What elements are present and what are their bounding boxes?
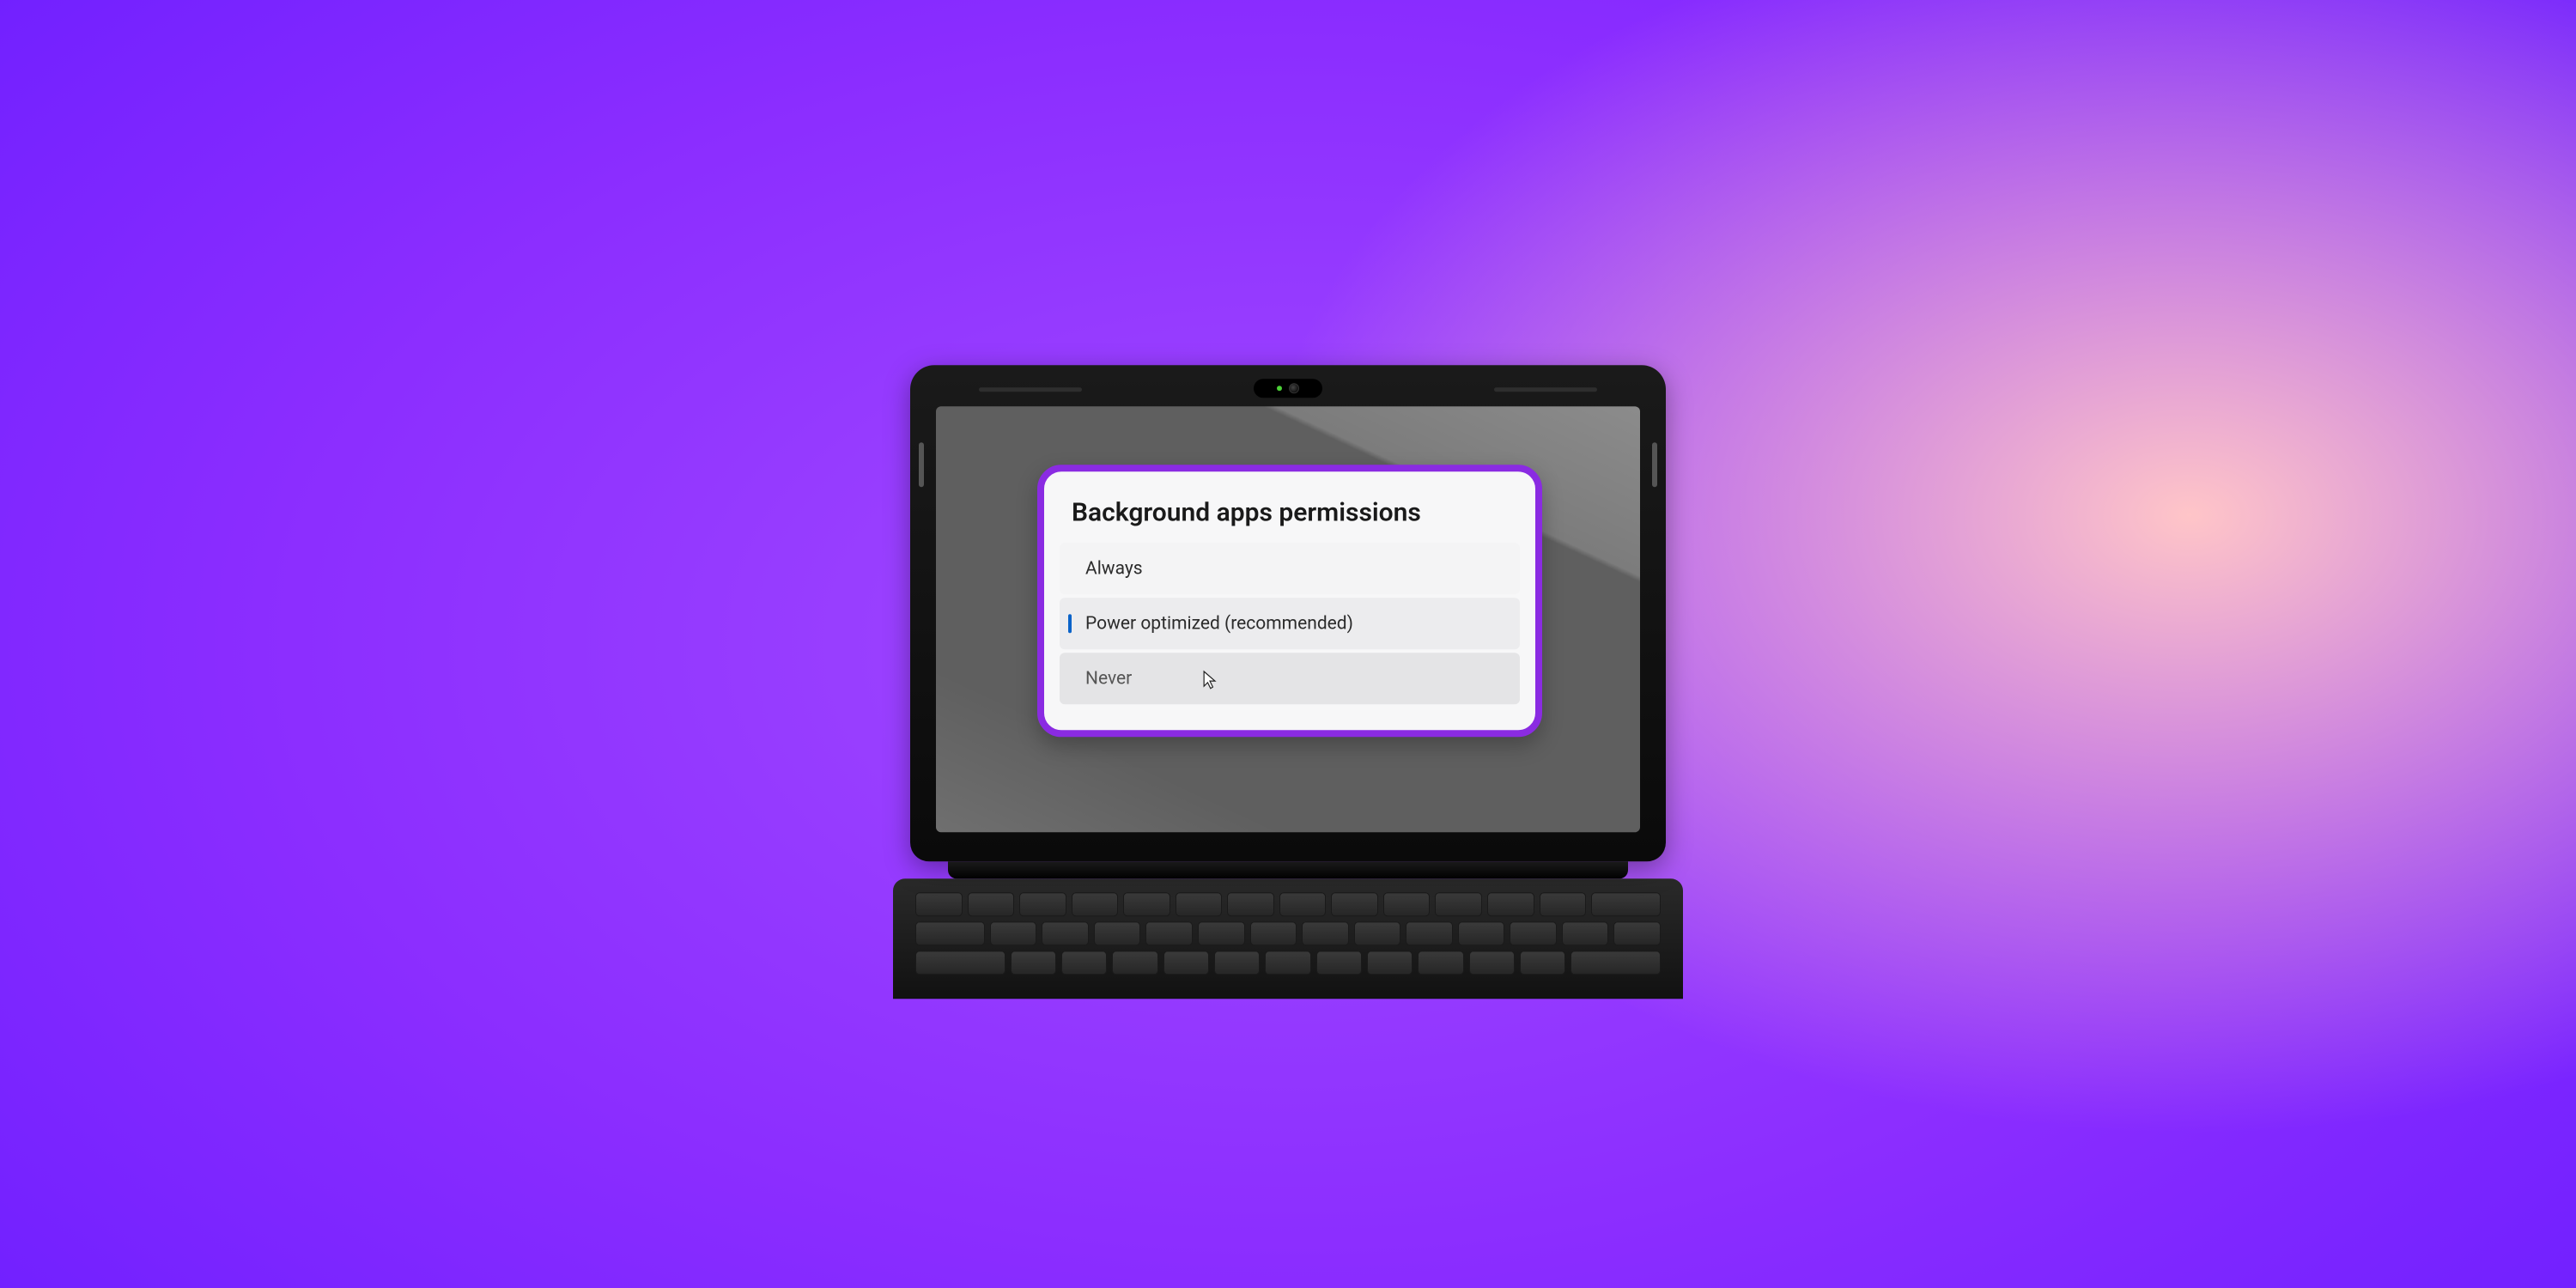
key [1112, 951, 1157, 975]
lid-port-right [1652, 442, 1657, 487]
key [1279, 892, 1327, 916]
key [1214, 951, 1260, 975]
camera-notch [1254, 379, 1322, 398]
key [1571, 951, 1661, 975]
speaker-grille-left [979, 387, 1082, 392]
laptop-hinge [948, 861, 1628, 878]
key [1487, 892, 1534, 916]
option-always[interactable]: Always [1060, 543, 1520, 594]
key [1383, 892, 1431, 916]
option-never[interactable]: Never [1060, 653, 1520, 704]
dialog-title: Background apps permissions [1060, 492, 1520, 543]
permissions-option-list: Always Power optimized (recommended) Nev… [1060, 543, 1520, 704]
key [990, 921, 1037, 945]
key [1591, 892, 1661, 916]
key [915, 921, 985, 945]
key [1145, 921, 1193, 945]
laptop-lid: Background apps permissions Always Power… [910, 365, 1666, 861]
option-power-optimized[interactable]: Power optimized (recommended) [1060, 598, 1520, 649]
key [1613, 921, 1661, 945]
key [1469, 951, 1515, 975]
option-label: Power optimized (recommended) [1085, 613, 1353, 634]
key [1227, 892, 1274, 916]
key [1061, 951, 1107, 975]
key [1163, 951, 1209, 975]
laptop-illustration: Background apps permissions Always Power… [910, 365, 1666, 999]
key [1418, 951, 1463, 975]
key [1367, 951, 1413, 975]
key [1540, 892, 1587, 916]
key [1072, 892, 1119, 916]
key [1316, 951, 1362, 975]
key [1435, 892, 1482, 916]
key [1562, 921, 1609, 945]
laptop-screen: Background apps permissions Always Power… [936, 406, 1640, 832]
lid-port-left [919, 442, 924, 487]
key [915, 892, 963, 916]
key [1265, 951, 1310, 975]
option-label: Never [1085, 668, 1132, 689]
key [1302, 921, 1349, 945]
key [968, 892, 1015, 916]
key [1042, 921, 1089, 945]
speaker-grille-right [1494, 387, 1597, 392]
key [1123, 892, 1170, 916]
key [1019, 892, 1066, 916]
camera-lens-icon [1289, 383, 1299, 393]
key [1406, 921, 1453, 945]
key [1250, 921, 1297, 945]
pointer-arrow-icon [1202, 670, 1218, 690]
selection-indicator-icon [1068, 614, 1072, 633]
key [1520, 951, 1565, 975]
laptop-base [893, 878, 1683, 999]
key [1354, 921, 1401, 945]
key [1176, 892, 1223, 916]
key [1094, 921, 1141, 945]
key [1198, 921, 1245, 945]
key [1331, 892, 1378, 916]
key [1011, 951, 1056, 975]
key [1510, 921, 1557, 945]
key [1458, 921, 1505, 945]
key [915, 951, 1005, 975]
camera-led-icon [1277, 386, 1282, 391]
background-apps-permissions-dialog: Background apps permissions Always Power… [1037, 465, 1542, 737]
option-label: Always [1085, 558, 1143, 579]
keyboard [915, 892, 1661, 975]
